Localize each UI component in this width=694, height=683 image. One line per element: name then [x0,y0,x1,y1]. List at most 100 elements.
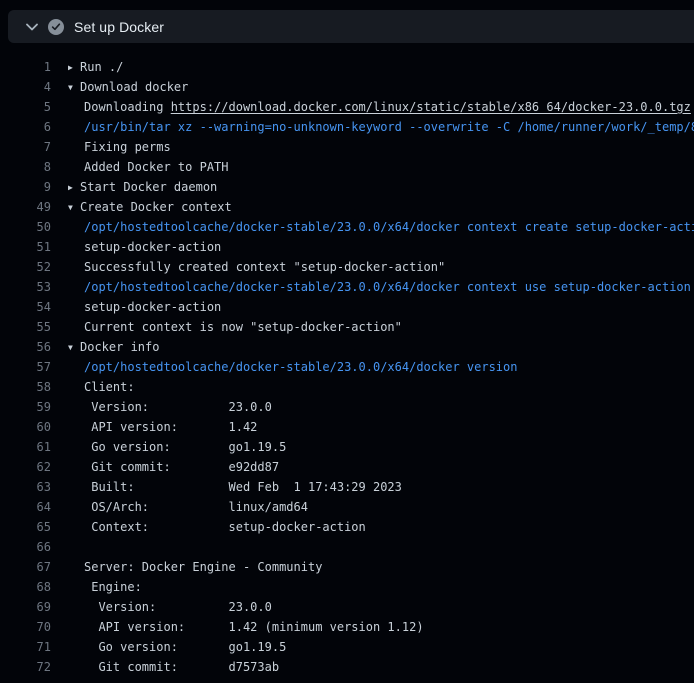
line-number[interactable]: 60 [0,417,51,437]
step-header[interactable]: Set up Docker [8,10,694,43]
log-line-text: Go version: go1.19.5 [84,637,286,657]
log-row: 1 ▶Run ./ [0,57,694,77]
line-number[interactable]: 51 [0,237,51,257]
log-line-text: Fixing perms [84,137,171,157]
log-row: 52Successfully created context "setup-do… [0,257,694,277]
log-line-text: Current context is now "setup-docker-act… [84,317,402,337]
check-circle-icon [48,19,64,35]
log-row: 72 Git commit: d7573ab [0,657,694,677]
log-row: 63 Built: Wed Feb 1 17:43:29 2023 [0,477,694,497]
chevron-collapsed-icon: ▶ [68,178,80,197]
log-row: 4 ▼Download docker [0,77,694,97]
log-row: 8 Added Docker to PATH [0,157,694,177]
line-number[interactable]: 55 [0,317,51,337]
group-title: Docker info [80,340,159,354]
log-line-command: /opt/hostedtoolcache/docker-stable/23.0.… [84,357,517,377]
line-number[interactable]: 64 [0,497,51,517]
line-number[interactable]: 58 [0,377,51,397]
log-row: 70 API version: 1.42 (minimum version 1.… [0,617,694,637]
line-number[interactable]: 69 [0,597,51,617]
line-number[interactable]: 9 [0,177,51,197]
log-row: 69 Version: 23.0.0 [0,597,694,617]
log-row: 61 Go version: go1.19.5 [0,437,694,457]
line-number[interactable]: 70 [0,617,51,637]
log-line-text: Engine: [84,577,142,597]
line-number[interactable]: 63 [0,477,51,497]
line-number[interactable]: 68 [0,577,51,597]
log-line-text: Context: setup-docker-action [84,517,366,537]
line-number[interactable]: 8 [0,157,51,177]
log-line-text: Added Docker to PATH [84,157,229,177]
log-line-text: API version: 1.42 (minimum version 1.12) [84,617,424,637]
log-row: 56 ▼Docker info [0,337,694,357]
line-number[interactable]: 59 [0,397,51,417]
line-number[interactable]: 54 [0,297,51,317]
log-row: 55 Current context is now "setup-docker-a… [0,317,694,337]
log-line-text: Version: 23.0.0 [84,597,272,617]
line-number[interactable]: 72 [0,657,51,677]
log-line-text: OS/Arch: linux/amd64 [84,497,308,517]
log-row: 67 Server: Docker Engine - Community [0,557,694,577]
chevron-expanded-icon: ▼ [68,338,80,357]
line-number[interactable]: 49 [0,197,51,217]
log-line-text: API version: 1.42 [84,417,257,437]
group-toggle[interactable]: ▶Run ./ [68,57,123,77]
line-number[interactable]: 62 [0,457,51,477]
step-title: Set up Docker [74,19,164,35]
line-number[interactable]: 65 [0,517,51,537]
log-line-text: Downloading https://download.docker.com/… [84,97,691,117]
chevron-down-icon[interactable] [26,21,38,33]
chevron-expanded-icon: ▼ [68,78,80,97]
log-row: 9 ▶Start Docker daemon [0,177,694,197]
log-row: 65 Context: setup-docker-action [0,517,694,537]
line-number[interactable]: 50 [0,217,51,237]
log-line-text: Git commit: e92dd87 [84,457,279,477]
log-row: 66 [0,537,694,557]
group-title: Run ./ [80,60,123,74]
log-row: 59 Version: 23.0.0 [0,397,694,417]
log-line-text: Git commit: d7573ab [84,657,279,677]
line-number[interactable]: 4 [0,77,51,97]
line-number[interactable]: 6 [0,117,51,137]
group-title: Start Docker daemon [80,180,217,194]
log-line-prefix: Downloading [84,100,171,114]
log-row: 6/usr/bin/tar xz --warning=no-unknown-ke… [0,117,694,137]
log-row: 54 setup-docker-action [0,297,694,317]
line-number[interactable]: 56 [0,337,51,357]
line-number[interactable]: 57 [0,357,51,377]
line-number[interactable]: 1 [0,57,51,77]
log-line-text: Client: [84,377,135,397]
log-row: 57/opt/hostedtoolcache/docker-stable/23.… [0,357,694,377]
log-row: 51setup-docker-action [0,237,694,257]
log-row: 64 OS/Arch: linux/amd64 [0,497,694,517]
line-number[interactable]: 5 [0,97,51,117]
log-line-command: /opt/hostedtoolcache/docker-stable/23.0.… [84,277,691,297]
log-row: 5 Downloading https://download.docker.com… [0,97,694,117]
log-line-text: Server: Docker Engine - Community [84,557,322,577]
line-number[interactable]: 61 [0,437,51,457]
log-url-link[interactable]: https://download.docker.com/linux/static… [171,100,691,114]
group-toggle[interactable]: ▼Download docker [68,77,188,97]
log-line-command: /opt/hostedtoolcache/docker-stable/23.0.… [84,217,694,237]
line-number[interactable]: 7 [0,137,51,157]
log-row: 7 Fixing perms [0,137,694,157]
actions-log-window: Set up Docker 1▶Run ./4▼Download docker5… [0,0,694,683]
group-toggle[interactable]: ▶Start Docker daemon [68,177,217,197]
log-line-text: Version: 23.0.0 [84,397,272,417]
group-toggle[interactable]: ▼Docker info [68,337,159,357]
line-number[interactable]: 52 [0,257,51,277]
group-toggle[interactable]: ▼Create Docker context [68,197,232,217]
line-number[interactable]: 66 [0,537,51,557]
log-row: 49 ▼Create Docker context [0,197,694,217]
line-number[interactable]: 53 [0,277,51,297]
log-row: 53/opt/hostedtoolcache/docker-stable/23.… [0,277,694,297]
log-line-command: /usr/bin/tar xz --warning=no-unknown-key… [84,117,694,137]
log-line-text: Go version: go1.19.5 [84,437,286,457]
log-row: 71 Go version: go1.19.5 [0,637,694,657]
chevron-collapsed-icon: ▶ [68,58,80,77]
line-number[interactable]: 67 [0,557,51,577]
log-line-text: setup-docker-action [84,297,221,317]
group-title: Create Docker context [80,200,232,214]
log-row: 62 Git commit: e92dd87 [0,457,694,477]
line-number[interactable]: 71 [0,637,51,657]
